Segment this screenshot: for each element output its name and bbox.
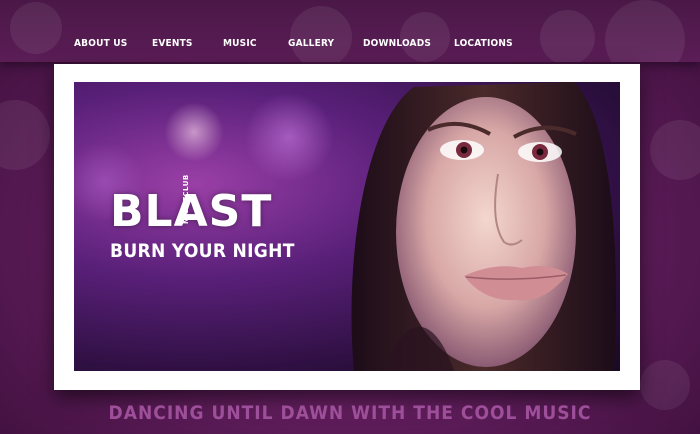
bokeh-light <box>290 6 352 62</box>
bokeh-light <box>400 12 450 62</box>
brand-subtitle: NIGHTCLUB <box>182 174 190 224</box>
footer-slogan: DANCING UNTIL DAWN WITH THE COOL MUSIC <box>108 402 592 424</box>
bokeh-light <box>244 92 334 182</box>
bokeh-light <box>10 2 62 54</box>
bokeh-light <box>0 100 50 170</box>
bokeh-light <box>605 0 685 62</box>
nav-item-locations[interactable]: LOCATIONS <box>454 38 513 49</box>
top-navigation: ABOUT US EVENTS MUSIC GALLERY DOWNLOADS … <box>0 0 700 62</box>
model-portrait <box>351 82 616 371</box>
nav-item-music[interactable]: MUSIC <box>223 38 257 49</box>
bokeh-light <box>540 10 595 62</box>
brand-logo: BLAST NIGHTCLUB <box>110 174 273 237</box>
nav-item-gallery[interactable]: GALLERY <box>288 38 334 49</box>
bokeh-light <box>650 120 700 180</box>
nav-item-about-us[interactable]: ABOUT US <box>74 38 127 49</box>
hero-banner: BLAST NIGHTCLUB BURN YOUR NIGHT <box>74 82 620 371</box>
nav-item-events[interactable]: EVENTS <box>152 38 193 49</box>
brand-name: BLAST <box>110 186 273 237</box>
hero-tagline: BURN YOUR NIGHT <box>110 240 295 262</box>
bokeh-light <box>164 102 224 162</box>
nav-item-downloads[interactable]: DOWNLOADS <box>363 38 431 49</box>
